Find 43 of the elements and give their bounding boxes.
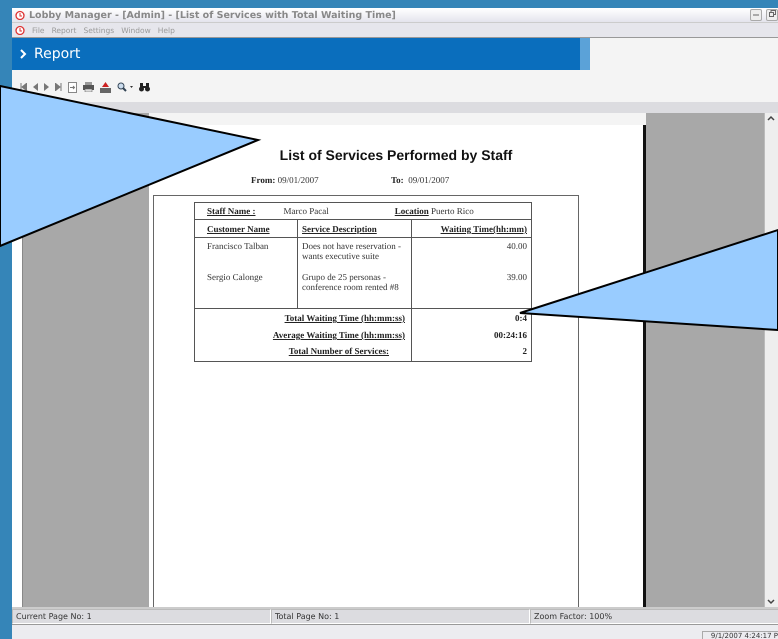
table-cell: Grupo de 25 personas - conference room rented #8 bbox=[302, 272, 399, 292]
status-text: Total Page No: 1 bbox=[271, 609, 530, 624]
table-cell: Sergio Calonge bbox=[207, 272, 263, 282]
window-title: Lobby Manager - [Admin] - [List of Services with Total Waiting Time] bbox=[29, 10, 396, 20]
to-label: To: bbox=[391, 175, 404, 185]
column-header: Service Description bbox=[302, 224, 377, 234]
from-date: 09/01/2007 bbox=[278, 175, 319, 185]
printer-icon[interactable] bbox=[83, 82, 94, 92]
total-label: Total Number of Services: bbox=[288, 346, 389, 356]
staff-name: Marco Pacal bbox=[284, 206, 329, 216]
status-text: Current Page No: 1 bbox=[12, 609, 271, 624]
table-cell: Does not have reservation - wants executive suite bbox=[302, 241, 401, 261]
clock-icon bbox=[15, 10, 25, 20]
total-label: Average Waiting Time (hh:mm:ss) bbox=[272, 330, 405, 340]
last-page-icon[interactable] bbox=[55, 83, 62, 91]
export-icon[interactable] bbox=[100, 82, 111, 92]
minimize-icon[interactable] bbox=[750, 9, 762, 21]
restore-icon[interactable] bbox=[766, 9, 778, 21]
chevron-icon bbox=[20, 49, 27, 59]
total-value: 00:24:16 bbox=[494, 330, 527, 340]
next-page-icon[interactable] bbox=[44, 83, 49, 91]
binoculars-icon[interactable] bbox=[139, 82, 150, 92]
status-text: Zoom Factor: 100% bbox=[530, 609, 778, 624]
first-page-icon[interactable] bbox=[20, 83, 27, 91]
column-header: Customer Name bbox=[207, 224, 270, 234]
to-date: 09/01/2007 bbox=[408, 175, 450, 185]
report-title: List of Services Performed by Staff bbox=[280, 147, 512, 163]
table-cell: Francisco Talban bbox=[207, 241, 268, 251]
from-label: From: bbox=[251, 175, 276, 185]
magnifier-icon[interactable] bbox=[117, 82, 133, 92]
location-label: Location bbox=[394, 206, 429, 216]
table-cell: 40.00 bbox=[506, 241, 527, 251]
page-icon[interactable] bbox=[68, 82, 77, 92]
total-value: 0:4 bbox=[515, 313, 527, 323]
column-header: Waiting Time(hh:mm) bbox=[440, 224, 527, 234]
app-icon bbox=[15, 25, 25, 35]
location-value: Puerto Rico bbox=[431, 206, 474, 216]
total-value: 2 bbox=[522, 346, 527, 356]
banner-title: Report bbox=[34, 46, 80, 62]
previous-page-icon[interactable] bbox=[33, 83, 38, 91]
staff-label: Staff Name : bbox=[207, 206, 256, 216]
total-label: Total Waiting Time (hh:mm:ss) bbox=[284, 313, 405, 323]
table-cell: 39.00 bbox=[506, 272, 527, 282]
